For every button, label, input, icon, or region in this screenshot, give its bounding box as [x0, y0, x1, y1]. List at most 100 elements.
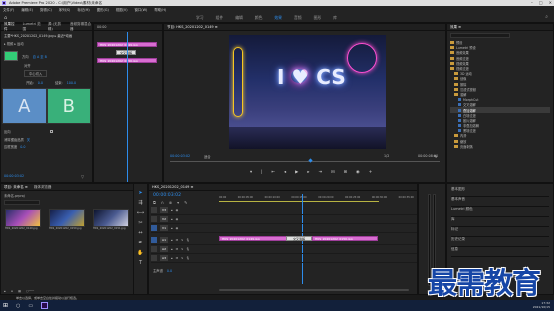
- direction-swatch[interactable]: [4, 51, 18, 61]
- project-item[interactable]: HKS_20201202_0151.jpg: [93, 209, 131, 230]
- mute-icon[interactable]: M: [176, 256, 179, 260]
- program-scrubber[interactable]: [170, 161, 440, 162]
- list-view-icon[interactable]: ≡: [11, 289, 14, 293]
- minimize-icon[interactable]: –: [531, 0, 533, 5]
- menu-item[interactable]: 标记(M): [77, 7, 89, 12]
- track-target-toggle[interactable]: [151, 246, 157, 252]
- timeline-clip-2[interactable]: HKS_20201202_0150.jpg: [312, 236, 378, 241]
- go-to-out-icon[interactable]: ⇥: [319, 169, 323, 174]
- antialias-value[interactable]: 关: [27, 137, 30, 142]
- ec-playhead[interactable]: [127, 32, 128, 182]
- side-panel-item[interactable]: 标记: [451, 227, 549, 237]
- workspace-tab[interactable]: 效果: [274, 15, 282, 21]
- menu-item[interactable]: 序列(S): [59, 7, 71, 12]
- snap-icon[interactable]: ∩: [161, 200, 164, 205]
- export-frame-icon[interactable]: ◉: [356, 169, 360, 174]
- settings-wrench-icon[interactable]: ✎: [434, 154, 437, 159]
- mic-icon[interactable]: 🎙︎: [186, 247, 190, 251]
- project-tab[interactable]: 媒体浏览器: [34, 185, 52, 190]
- lock-icon[interactable]: 🔒︎: [4, 289, 6, 293]
- mark-in-icon[interactable]: ▾: [250, 169, 252, 174]
- timeline-transition[interactable]: 交叉溶解: [286, 236, 312, 241]
- mic-icon[interactable]: 🎙︎: [186, 238, 190, 242]
- add-marker-icon[interactable]: ▾: [177, 200, 179, 205]
- program-tab[interactable]: 节目: HKS_20201202_0149 ≡: [167, 25, 218, 30]
- track-lock-icon[interactable]: 🔒︎: [171, 256, 173, 260]
- workspace-tab[interactable]: 学习: [196, 15, 204, 21]
- reverse-checkbox[interactable]: [49, 130, 53, 133]
- track-select-icon[interactable]: ⇶: [138, 200, 142, 206]
- timeline-settings-icon[interactable]: ✎: [184, 200, 187, 205]
- workspace-tab[interactable]: 库: [333, 15, 337, 21]
- eye-icon[interactable]: ◉: [176, 226, 179, 230]
- workspace-tab[interactable]: 颜色: [255, 15, 263, 21]
- side-panel-item[interactable]: 基本图形: [451, 187, 549, 197]
- menu-item[interactable]: 编辑(E): [21, 7, 33, 12]
- video-track-header[interactable]: V1 🔒︎ ◉: [151, 224, 417, 233]
- menu-item[interactable]: 窗口(W): [135, 7, 148, 12]
- project-search[interactable]: [4, 200, 40, 205]
- linked-select-icon[interactable]: ⊗: [169, 200, 172, 205]
- video-track-header[interactable]: V2 🔒︎ ◉: [151, 215, 417, 224]
- nest-icon[interactable]: ⧉: [153, 200, 156, 205]
- track-target-toggle[interactable]: [151, 237, 157, 243]
- mic-icon[interactable]: 🎙︎: [186, 256, 190, 260]
- menu-item[interactable]: 图形(G): [97, 7, 109, 12]
- solo-icon[interactable]: S: [181, 238, 183, 242]
- ec-tab[interactable]: 源:(无剪辑): [48, 22, 64, 32]
- button-editor-icon[interactable]: +: [369, 169, 373, 174]
- eye-icon[interactable]: ◉: [176, 208, 179, 212]
- fit-dropdown[interactable]: 适合: [204, 154, 211, 159]
- ec-tab[interactable]: Lumetri 范围: [23, 22, 42, 32]
- ripple-edit-icon[interactable]: ⟷: [137, 210, 144, 216]
- direction-value[interactable]: 自 A 至 B: [33, 54, 47, 59]
- track-lock-icon[interactable]: 🔒︎: [171, 208, 173, 212]
- search-icon[interactable]: ⌕: [545, 14, 548, 20]
- workspace-tab[interactable]: 音频: [294, 15, 302, 21]
- track-target-toggle[interactable]: [151, 255, 157, 261]
- workspace-tab[interactable]: 编辑: [235, 15, 243, 21]
- workspace-tab[interactable]: 图形: [314, 15, 322, 21]
- icon-view-icon[interactable]: ▦: [18, 289, 21, 293]
- video-track-header[interactable]: V3 🔒︎ ◉: [151, 206, 417, 215]
- close-icon[interactable]: ✕: [549, 0, 552, 5]
- end-value[interactable]: 100.0: [67, 81, 76, 85]
- mute-icon[interactable]: M: [176, 247, 179, 251]
- menu-item[interactable]: 剪辑(C): [40, 7, 52, 12]
- resolution-dropdown[interactable]: 1/2: [384, 154, 389, 158]
- project-item[interactable]: HKS_20201202_0149.jpg: [5, 209, 43, 230]
- sequence-tab[interactable]: HKS_20201202_0149 ≡: [152, 185, 193, 189]
- mute-icon[interactable]: M: [176, 238, 179, 242]
- type-tool-icon[interactable]: T: [139, 260, 142, 266]
- effects-tree-item[interactable]: 页面剥落: [450, 144, 550, 149]
- track-lock-icon[interactable]: 🔒︎: [171, 226, 173, 230]
- track-lock-icon[interactable]: 🔒︎: [171, 238, 173, 242]
- track-target-toggle[interactable]: [151, 216, 157, 222]
- timeline-ruler[interactable]: 00:00 00:00:05:00 00:00:10:00 00:00:15:00 00…: [219, 194, 414, 200]
- project-tab[interactable]: 项目: 未命名 ≡: [4, 185, 28, 190]
- menu-item[interactable]: 视图(V): [116, 7, 128, 12]
- effects-search[interactable]: [450, 33, 510, 38]
- solo-icon[interactable]: S: [181, 247, 183, 251]
- master-value[interactable]: 0.0: [167, 269, 172, 273]
- filter-icon[interactable]: ▽: [81, 174, 84, 179]
- taskbar-premiere-icon[interactable]: [41, 302, 49, 309]
- timeline-clip-1[interactable]: HKS_20201202_0149.jpg: [219, 236, 287, 241]
- go-to-in-icon[interactable]: ⇤: [272, 169, 276, 174]
- lift-icon[interactable]: ⊟: [331, 169, 335, 174]
- workspace-tab[interactable]: 组件: [216, 15, 224, 21]
- effects-tab[interactable]: 效果 ≡: [450, 25, 461, 30]
- project-item[interactable]: HKS_20201202_0150.jpg: [49, 209, 87, 230]
- extract-icon[interactable]: ⊞: [344, 169, 348, 174]
- side-panel-item[interactable]: Lumetri 颜色: [451, 207, 549, 217]
- project-thumbnail[interactable]: [5, 209, 41, 227]
- razor-tool-icon[interactable]: ✂: [138, 220, 142, 226]
- side-panel-item[interactable]: 基本声音: [451, 197, 549, 207]
- ec-tab[interactable]: 音频剪辑混合器: [70, 22, 92, 32]
- start-value[interactable]: 0.0: [38, 81, 43, 85]
- selection-tool-icon[interactable]: ➤: [138, 190, 142, 196]
- taskbar-search-icon[interactable]: ○: [16, 303, 20, 309]
- maximize-icon[interactable]: □: [539, 0, 543, 5]
- side-panel-item[interactable]: 信息: [451, 247, 549, 257]
- track-lock-icon[interactable]: 🔒︎: [171, 247, 173, 251]
